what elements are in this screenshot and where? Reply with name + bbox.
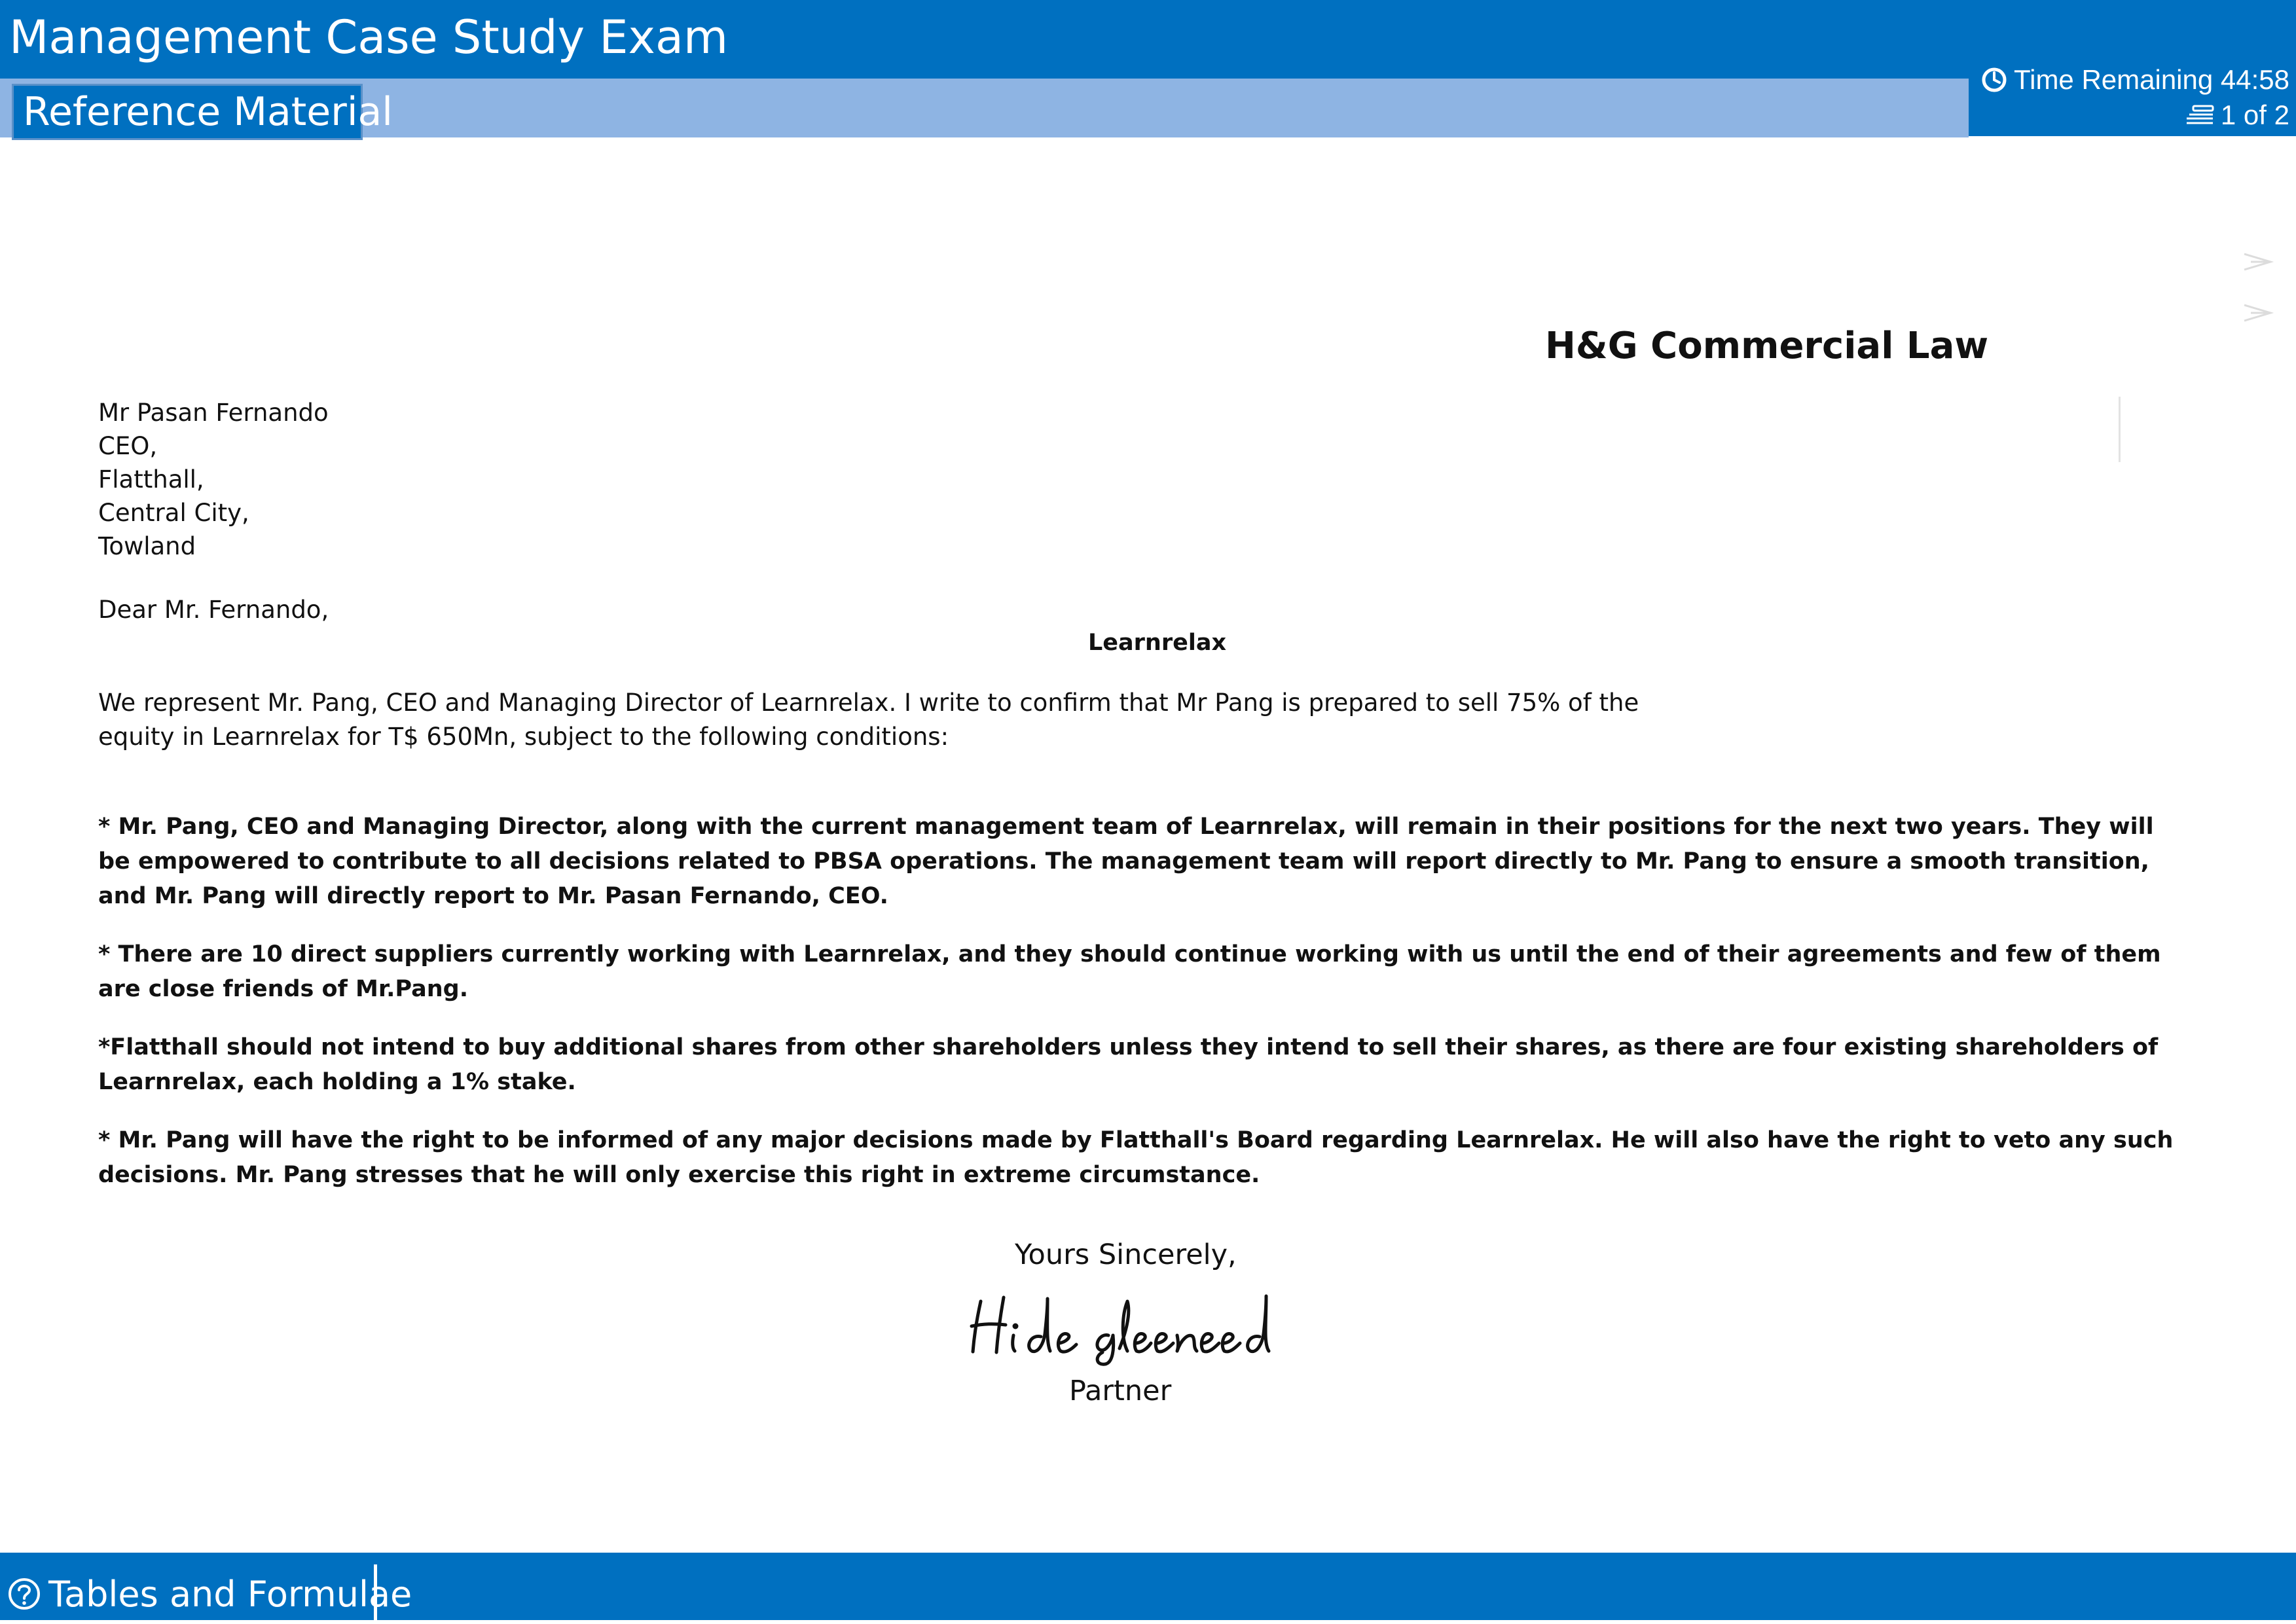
- tables-and-formulae-button[interactable]: Tables and Formulae: [0, 1564, 412, 1623]
- address-line: Towland: [98, 532, 196, 560]
- condition-item: * There are 10 direct suppliers currentl…: [98, 941, 2161, 1002]
- signer-title: Partner: [1069, 1375, 1172, 1407]
- stacked-pages-icon: [2184, 104, 2215, 126]
- conditions-list: * Mr. Pang, CEO and Managing Director, a…: [98, 810, 2193, 1216]
- address-line: CEO,: [98, 432, 158, 460]
- divider: [2119, 397, 2121, 462]
- time-remaining-text: Time Remaining 44:58: [2014, 64, 2289, 95]
- handwritten-signature: [968, 1283, 1275, 1368]
- next-arrow-icon[interactable]: [2239, 300, 2278, 326]
- page-indicator-text: 1 of 2: [2220, 99, 2289, 130]
- condition-item: *Flatthall should not intend to buy addi…: [98, 1034, 2159, 1095]
- help-circle-icon: [7, 1576, 42, 1612]
- address-line: Mr Pasan Fernando: [98, 399, 329, 427]
- next-arrow-icon[interactable]: [2239, 249, 2278, 275]
- page-indicator[interactable]: 1 of 2: [2184, 98, 2289, 132]
- address-line: Flatthall,: [98, 465, 204, 494]
- letter-subject: Learnrelax: [1088, 630, 1227, 656]
- law-firm-name: H&G Commercial Law: [1545, 325, 1989, 367]
- tables-and-formulae-label: Tables and Formulae: [48, 1573, 412, 1615]
- tab-reference-material[interactable]: Reference Material: [12, 84, 393, 140]
- clock-icon: [1981, 67, 2007, 93]
- condition-item: * Mr. Pang will have the right to be inf…: [98, 1127, 2174, 1188]
- exam-title: Management Case Study Exam: [9, 10, 729, 64]
- time-remaining: Time Remaining 44:58: [1981, 63, 2289, 97]
- address-line: Central City,: [98, 499, 249, 527]
- recipient-address: Mr Pasan Fernando CEO, Flatthall, Centra…: [98, 396, 329, 563]
- condition-item: * Mr. Pang, CEO and Managing Director, a…: [98, 814, 2154, 909]
- salutation: Dear Mr. Fernando,: [98, 596, 329, 624]
- intro-paragraph: We represent Mr. Pang, CEO and Managing …: [98, 689, 1639, 751]
- closing: Yours Sincerely,: [1015, 1238, 1237, 1271]
